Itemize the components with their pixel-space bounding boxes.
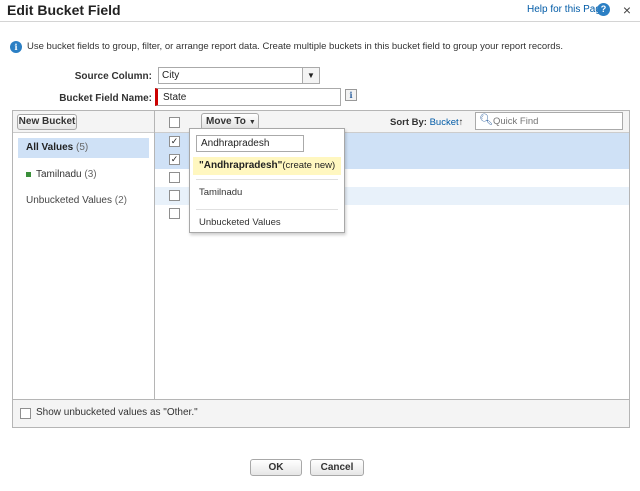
new-bucket-name-input[interactable]: [196, 135, 304, 152]
bucket-item-tamilnadu[interactable]: Tamilnadu (3): [18, 165, 149, 185]
bucket-item-count: (5): [76, 142, 89, 153]
row-checkbox[interactable]: ✓: [169, 136, 180, 147]
search-icon: 🔍︎: [479, 114, 493, 126]
create-bucket-name: "Andhrapradesh": [199, 160, 283, 171]
quick-find-field[interactable]: 🔍︎: [475, 112, 623, 130]
show-other-label: Show unbucketed values as "Other.": [36, 407, 198, 418]
quick-find-input[interactable]: [493, 114, 621, 128]
info-text: Use bucket fields to group, filter, or a…: [27, 41, 563, 52]
dialog-titlebar: Edit Bucket Field Help for this Page ? ×: [0, 0, 640, 22]
field-info-icon[interactable]: i: [345, 89, 357, 101]
bucket-item-count: (2): [114, 195, 127, 206]
bucket-field-name-input[interactable]: [155, 88, 341, 106]
bucket-item-label: Unbucketed Values: [26, 195, 112, 206]
move-to-dropdown: "Andhrapradesh"(create new) Tamilnadu Un…: [189, 128, 345, 233]
source-column-label: Source Column:: [74, 71, 152, 82]
bucket-field-name-label: Bucket Field Name:: [59, 93, 152, 104]
panel-footer: Show unbucketed values as "Other.": [13, 399, 629, 427]
sort-by: Sort By: Bucket↑: [390, 117, 463, 128]
help-icon[interactable]: ?: [597, 3, 610, 16]
bucket-item-label: All Values: [26, 142, 74, 153]
sort-by-bucket-link[interactable]: Bucket: [430, 117, 459, 128]
bucket-list-header: New Bucket: [13, 111, 154, 133]
close-icon[interactable]: ×: [620, 3, 634, 17]
info-row: i Use bucket fields to group, filter, or…: [7, 40, 627, 54]
sort-arrow-icon: ↑: [458, 117, 464, 128]
source-column-select[interactable]: City ▼: [158, 67, 320, 84]
select-all-checkbox[interactable]: [169, 117, 180, 128]
sort-by-label: Sort By:: [390, 117, 427, 128]
info-icon: i: [10, 41, 22, 53]
bucket-dot-icon: [26, 171, 31, 177]
row-checkbox[interactable]: [169, 208, 180, 219]
row-checkbox[interactable]: [169, 172, 180, 183]
cancel-button[interactable]: Cancel: [310, 459, 364, 476]
create-new-bucket-option[interactable]: "Andhrapradesh"(create new): [193, 157, 341, 175]
dropdown-item-unbucketed[interactable]: Unbucketed Values: [199, 217, 281, 228]
edit-bucket-field-dialog: Edit Bucket Field Help for this Page ? ×…: [0, 0, 640, 491]
dropdown-divider: [196, 209, 338, 210]
create-new-suffix: (create new): [282, 160, 336, 171]
source-column-value: City: [162, 70, 180, 81]
bucket-item-label: Tamilnadu: [36, 169, 82, 180]
dialog-title: Edit Bucket Field: [7, 2, 121, 18]
row-checkbox[interactable]: [169, 190, 180, 201]
new-bucket-button[interactable]: New Bucket: [17, 114, 77, 130]
dropdown-divider: [196, 179, 338, 180]
move-to-label: Move To: [206, 116, 246, 127]
chevron-down-icon: ▼: [248, 119, 256, 126]
help-link[interactable]: Help for this Page: [527, 4, 607, 15]
show-other-checkbox[interactable]: [20, 408, 31, 419]
chevron-down-icon[interactable]: ▼: [302, 68, 319, 83]
dropdown-item-tamilnadu[interactable]: Tamilnadu: [199, 187, 242, 198]
bucket-item-all-values[interactable]: All Values (5): [18, 138, 149, 158]
bucket-item-unbucketed[interactable]: Unbucketed Values (2): [18, 191, 149, 211]
bucket-item-count: (3): [84, 169, 97, 180]
row-checkbox[interactable]: ✓: [169, 154, 180, 165]
ok-button[interactable]: OK: [250, 459, 302, 476]
bucket-list-pane: New Bucket All Values (5) Tamilnadu (3) …: [13, 111, 155, 399]
